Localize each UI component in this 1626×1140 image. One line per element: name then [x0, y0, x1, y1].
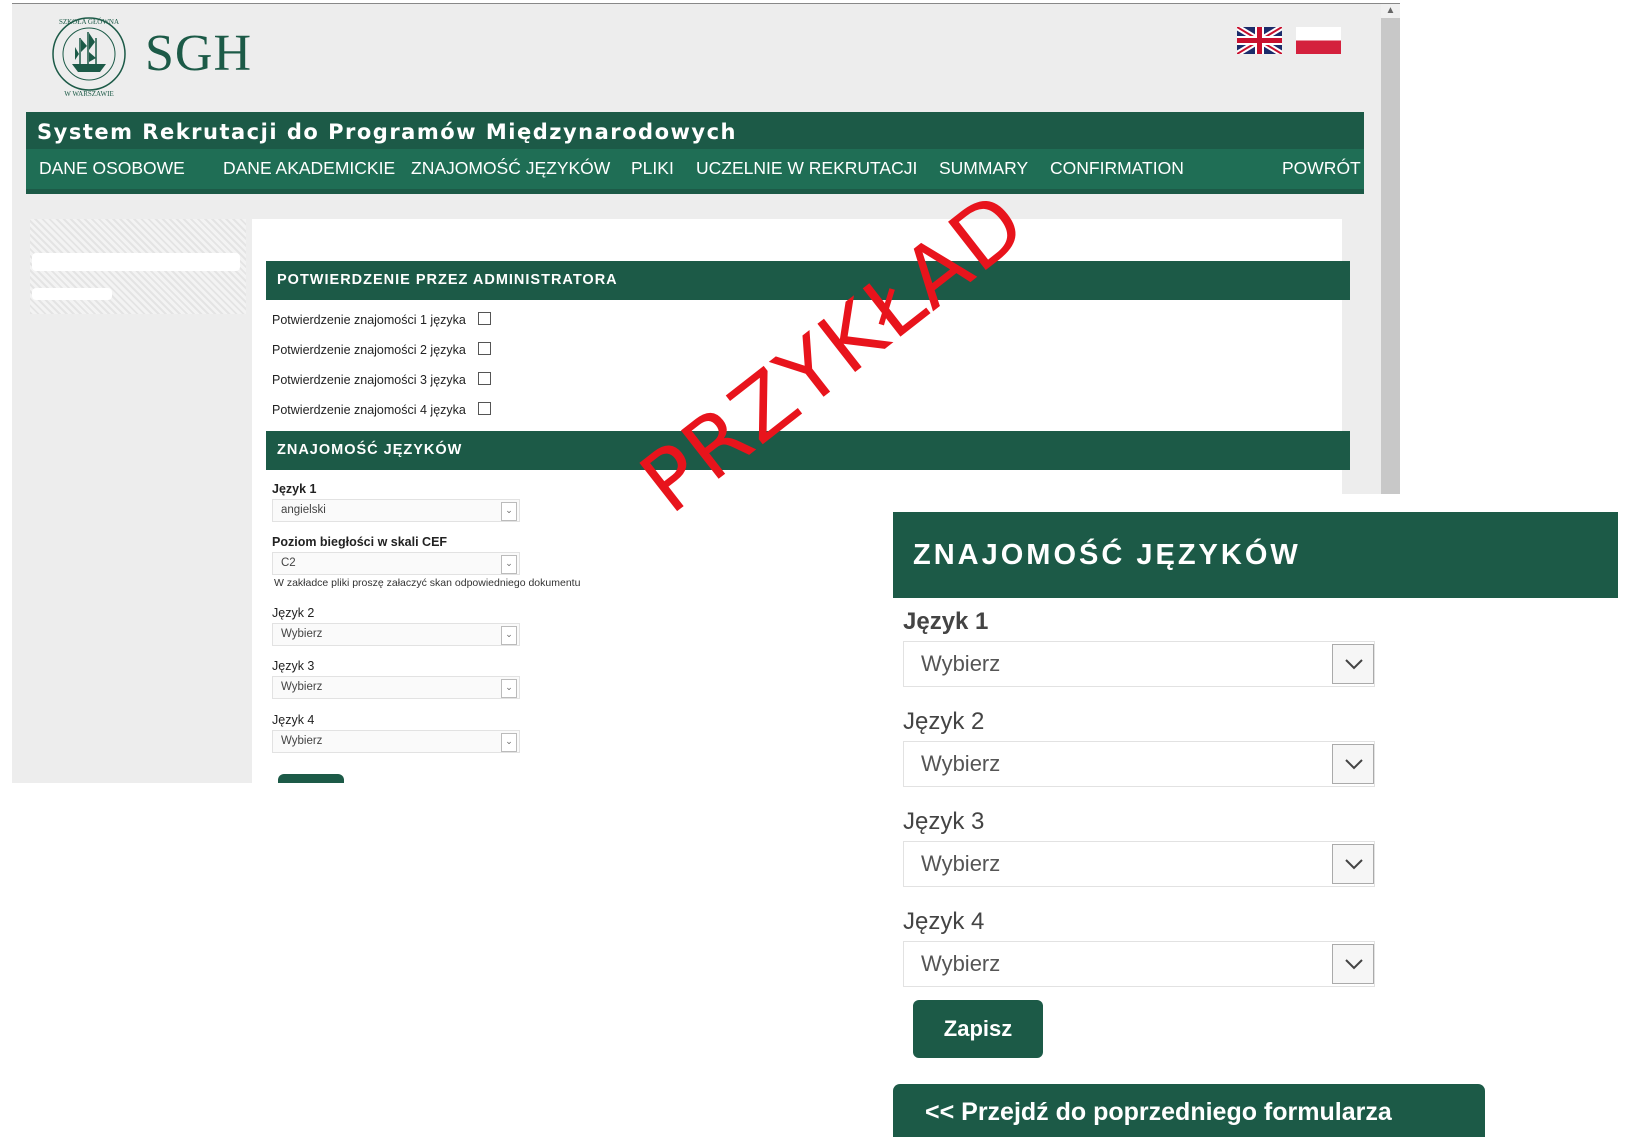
- header-bar: System Rekrutacji do Programów Międzynar…: [26, 112, 1364, 194]
- upload-note: W zakładce pliki proszę załaczyć skan od…: [274, 577, 581, 589]
- chevron-down-icon: [1332, 844, 1374, 884]
- side-panel: [30, 219, 246, 314]
- language-4-select[interactable]: Wybierz ⌄: [272, 730, 520, 753]
- chevron-down-icon: ⌄: [501, 502, 517, 521]
- polish-flag-icon[interactable]: [1296, 27, 1341, 54]
- select-value: Wybierz: [921, 651, 1001, 676]
- zoom-language-2-select[interactable]: Wybierz: [903, 741, 1375, 787]
- confirm-label: Potwierdzenie znajomości 1 języka: [272, 313, 466, 327]
- confirm-checkbox[interactable]: [477, 342, 491, 355]
- select-value: Wybierz: [921, 851, 1001, 876]
- nav-item-powrot[interactable]: POWRÓT: [1282, 158, 1361, 179]
- chevron-down-icon: [1332, 744, 1374, 784]
- confirm-row: Potwierdzenie znajomości 2 języka: [272, 342, 491, 357]
- redacted-block: [32, 253, 240, 271]
- confirm-row: Potwierdzenie znajomości 3 języka: [272, 372, 491, 387]
- sgh-logo-icon: SZKOŁA GŁÓWNA W WARSZAWIE: [50, 12, 128, 102]
- zoom-language-1-select[interactable]: Wybierz: [903, 641, 1375, 687]
- confirm-row: Potwierdzenie znajomości 1 języka: [272, 312, 491, 327]
- nav-item-uczelnie-w-rekrutacji[interactable]: UCZELNIE W REKRUTACJI: [696, 158, 917, 179]
- chevron-down-icon: ⌄: [501, 555, 517, 574]
- zoom-language-2-label: Język 2: [903, 708, 985, 735]
- language-3-select[interactable]: Wybierz ⌄: [272, 676, 520, 699]
- save-button-partial[interactable]: [278, 774, 344, 783]
- admin-section-heading: POTWIERDZENIE PRZEZ ADMINISTRATORA: [266, 261, 1350, 300]
- chevron-down-icon: [1332, 944, 1374, 984]
- confirm-checkbox[interactable]: [477, 372, 491, 385]
- save-button[interactable]: Zapisz: [913, 1000, 1043, 1058]
- language-1-select[interactable]: angielski ⌄: [272, 499, 520, 522]
- nav-item-dane-osobowe[interactable]: DANE OSOBOWE: [39, 158, 185, 179]
- select-value: C2: [281, 557, 296, 569]
- nav-item-pliki[interactable]: PLIKI: [631, 158, 674, 179]
- language-2-select[interactable]: Wybierz ⌄: [272, 623, 520, 646]
- zoom-language-4-select[interactable]: Wybierz: [903, 941, 1375, 987]
- cef-level-select[interactable]: C2 ⌄: [272, 552, 520, 575]
- previous-form-button[interactable]: << Przejdź do poprzedniego formularza: [893, 1084, 1485, 1137]
- chevron-down-icon: ⌄: [501, 679, 517, 698]
- language-2-label: Język 2: [272, 606, 315, 620]
- english-flag-icon[interactable]: [1235, 24, 1284, 57]
- zoom-language-1-label: Język 1: [903, 608, 989, 635]
- language-1-label: Język 1: [272, 482, 317, 496]
- confirm-label: Potwierdzenie znajomości 3 języka: [272, 373, 466, 387]
- system-title: System Rekrutacji do Programów Międzynar…: [37, 120, 737, 144]
- cef-level-label: Poziom biegłości w skali CEF: [272, 535, 448, 549]
- languages-section-heading: ZNAJOMOŚĆ JĘZYKÓW: [266, 431, 1350, 470]
- language-3-label: Język 3: [272, 659, 315, 673]
- zoomed-languages-form: ZNAJOMOŚĆ JĘZYKÓW Język 1 Wybierz Język …: [893, 494, 1618, 1137]
- language-4-label: Język 4: [272, 713, 315, 727]
- select-value: Wybierz: [281, 735, 323, 747]
- select-value: Wybierz: [921, 751, 1001, 776]
- svg-text:SZKOŁA GŁÓWNA: SZKOŁA GŁÓWNA: [59, 18, 119, 26]
- svg-text:W WARSZAWIE: W WARSZAWIE: [64, 90, 114, 98]
- scroll-up-icon[interactable]: ▲: [1381, 4, 1400, 18]
- select-value: Wybierz: [281, 628, 323, 640]
- confirm-row: Potwierdzenie znajomości 4 języka: [272, 402, 491, 417]
- chevron-down-icon: [1332, 644, 1374, 684]
- select-value: Wybierz: [281, 681, 323, 693]
- confirm-checkbox[interactable]: [477, 402, 491, 415]
- nav-item-znajomosc-jezykow[interactable]: ZNAJOMOŚĆ JĘZYKÓW: [411, 158, 610, 179]
- zoom-language-3-label: Język 3: [903, 808, 985, 835]
- zoom-language-4-label: Język 4: [903, 908, 985, 935]
- zoom-section-heading: ZNAJOMOŚĆ JĘZYKÓW: [893, 512, 1618, 598]
- confirm-checkbox[interactable]: [477, 312, 491, 325]
- main-nav: DANE OSOBOWE DANE AKADEMICKIE ZNAJOMOŚĆ …: [26, 149, 1364, 189]
- zoom-language-3-select[interactable]: Wybierz: [903, 841, 1375, 887]
- confirm-label: Potwierdzenie znajomości 2 języka: [272, 343, 466, 357]
- select-value: angielski: [281, 504, 326, 516]
- logo-text: SGH: [145, 25, 253, 82]
- chevron-down-icon: ⌄: [501, 626, 517, 645]
- nav-item-dane-akademickie[interactable]: DANE AKADEMICKIE: [223, 158, 395, 179]
- confirm-label: Potwierdzenie znajomości 4 języka: [272, 403, 466, 417]
- nav-item-confirmation[interactable]: CONFIRMATION: [1050, 158, 1184, 179]
- chevron-down-icon: ⌄: [501, 733, 517, 752]
- redacted-block: [32, 288, 112, 300]
- select-value: Wybierz: [921, 951, 1001, 976]
